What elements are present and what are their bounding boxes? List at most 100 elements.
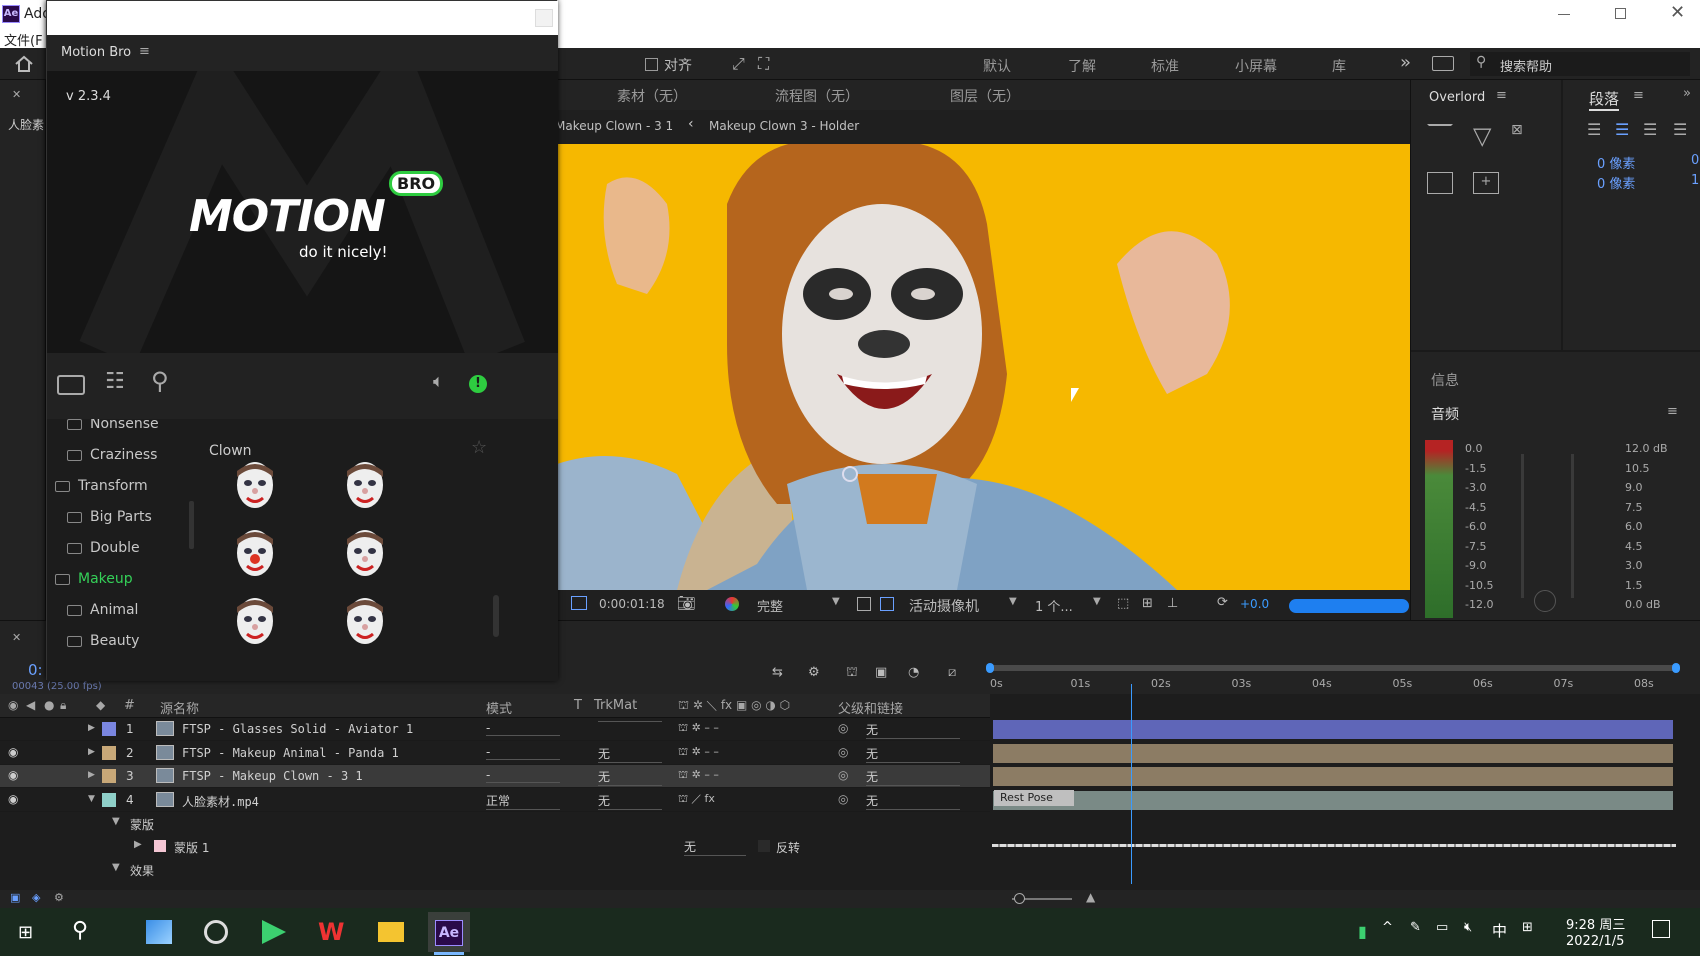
views-dropdown[interactable]: 1 个... xyxy=(1035,596,1073,615)
tree-item-craziness[interactable]: Craziness xyxy=(67,442,157,468)
paragraph-title[interactable]: 段落 xyxy=(1589,88,1620,111)
windows-start-icon[interactable]: ⊞ xyxy=(18,922,33,943)
draft-3d-icon[interactable]: ⚙ xyxy=(808,665,820,680)
playhead[interactable] xyxy=(1131,684,1133,884)
layer-mode-dropdown[interactable]: 正常 xyxy=(486,792,560,810)
space-before-value[interactable]: 0 像素 xyxy=(1597,173,1635,192)
parent-pickwhip-icon[interactable]: ◎ xyxy=(838,792,848,806)
clown-preset-thumb[interactable] xyxy=(233,461,277,511)
overlord-add-icon[interactable]: + xyxy=(1473,172,1499,194)
mask-chevron-icon[interactable]: ▶ xyxy=(134,839,142,850)
clock-date[interactable]: 2022/1/5 xyxy=(1566,934,1624,949)
pen-icon[interactable]: ✎ xyxy=(1410,920,1421,935)
overlord-title[interactable]: Overlord xyxy=(1429,90,1485,105)
col-trkmat[interactable]: TrkMat xyxy=(594,698,637,713)
timeline-timecode[interactable]: 0: xyxy=(28,661,43,679)
project-tab[interactable]: 人脸素 xyxy=(8,116,44,133)
indent-right-value[interactable]: 0 xyxy=(1691,153,1699,168)
mask-label[interactable]: 蒙版 1 xyxy=(174,839,209,856)
label-icon[interactable]: ◆ xyxy=(96,698,105,712)
footer-switch-icon[interactable]: ◈ xyxy=(32,891,40,904)
visibility-eye-icon[interactable]: ◉ xyxy=(8,792,18,806)
clown-preset-thumb[interactable] xyxy=(233,529,277,579)
info-title[interactable]: 信息 xyxy=(1431,370,1459,390)
reset-exposure-icon[interactable]: ⟳ xyxy=(1217,595,1228,610)
workspace-small-screen[interactable]: 小屏幕 xyxy=(1235,56,1277,76)
flowchart-icon[interactable]: ⊥ xyxy=(1167,596,1178,611)
expand-icon[interactable]: » xyxy=(1683,86,1691,101)
notification-icon[interactable] xyxy=(1652,920,1670,938)
tree-item-transform[interactable]: Transform xyxy=(55,473,148,499)
favorite-star-icon[interactable]: ☆ xyxy=(471,437,487,458)
audio-title[interactable]: 音频 xyxy=(1431,404,1459,424)
layer-trkmat-dropdown[interactable]: 无 xyxy=(598,768,662,786)
col-t[interactable]: T xyxy=(574,698,582,713)
eye-icon[interactable]: ◉ xyxy=(8,698,18,712)
sound-icon[interactable]: 🔈︎ xyxy=(433,371,444,392)
taskbar-search-icon[interactable]: ⚲ xyxy=(72,918,88,943)
workspace-default[interactable]: 默认 xyxy=(983,56,1011,76)
ime-indicator[interactable]: 中 xyxy=(1492,920,1507,941)
overlord-grid-icon[interactable]: ⊠ xyxy=(1511,122,1523,138)
restore-icon[interactable] xyxy=(1615,8,1626,19)
workspace-library[interactable]: 库 xyxy=(1332,56,1346,76)
snap-icon[interactable]: ⤢ xyxy=(732,54,745,74)
timeline-tracks[interactable]: Rest Pose xyxy=(990,684,1700,890)
layer-row[interactable]: ▶ 1 FTSP - Glasses Solid - Aviator 1 - ⛫ ✲ –… xyxy=(0,718,990,741)
layer-parent-dropdown[interactable]: 无 xyxy=(866,745,960,763)
breadcrumb-item-2[interactable]: Makeup Clown 3 - Holder xyxy=(709,119,859,133)
col-parent[interactable]: 父级和链接 xyxy=(838,698,903,717)
shy-icon[interactable]: ⛫ xyxy=(846,665,858,682)
work-area-bar[interactable] xyxy=(990,665,1678,671)
work-area-start[interactable] xyxy=(986,663,994,673)
chrome-app-icon[interactable] xyxy=(204,920,228,944)
layer-row[interactable]: ◉ ▶ 2 FTSP - Makeup Animal - Panda 1 - 无 ⛫ ✲ –… xyxy=(0,742,990,765)
layer-duration-bar[interactable] xyxy=(993,720,1673,739)
tree-item-makeup[interactable]: Makeup xyxy=(55,566,133,592)
col-source-name[interactable]: 源名称 xyxy=(160,698,199,717)
battery-icon[interactable]: ▮ xyxy=(1358,922,1367,941)
footer-comp-icon[interactable]: ▣ xyxy=(10,891,20,904)
tree-item-double[interactable]: Double xyxy=(67,535,140,561)
tab-footage[interactable]: 素材（无） xyxy=(617,86,687,106)
workspace-standard[interactable]: 标准 xyxy=(1151,56,1179,76)
layer-parent-dropdown[interactable]: 无 xyxy=(866,768,960,786)
align-checkbox[interactable] xyxy=(645,58,658,71)
grid-scrollbar[interactable] xyxy=(493,595,499,637)
effects-chevron-icon[interactable]: ▼ xyxy=(112,862,120,873)
project-close-icon[interactable]: ✕ xyxy=(12,88,21,101)
fast-preview-icon[interactable]: ⬚ xyxy=(1117,596,1129,611)
layer-label-color[interactable] xyxy=(102,769,116,783)
clown-preset-thumb[interactable] xyxy=(343,597,387,647)
solo-icon[interactable]: ● xyxy=(44,698,54,712)
clock-time[interactable]: 9:28 周三 xyxy=(1566,914,1625,933)
mask-toggle-icon[interactable] xyxy=(880,597,894,611)
zoom-knob[interactable] xyxy=(1014,893,1025,904)
lock-icon[interactable]: 🔒︎ xyxy=(60,698,66,713)
chevron-left-icon[interactable]: ‹ xyxy=(688,116,694,132)
tree-scrollbar[interactable] xyxy=(189,501,194,549)
expand-chevron-icon[interactable]: ▶ xyxy=(88,770,95,780)
volume-icon[interactable]: 🔇︎ xyxy=(1464,920,1472,935)
tree-item-animal[interactable]: Animal xyxy=(67,597,138,623)
breadcrumb-item-1[interactable]: Makeup Clown - 3 1 xyxy=(555,119,673,133)
mask-group-chevron-icon[interactable]: ▼ xyxy=(112,816,120,827)
zoom-in-icon[interactable]: ▲ xyxy=(1086,890,1095,904)
space-after-value[interactable]: 1 xyxy=(1691,173,1699,188)
layer-duration-bar[interactable] xyxy=(993,790,1673,810)
motion-bro-menu-icon[interactable]: ≡ xyxy=(139,44,150,59)
camera-dropdown[interactable]: 活动摄像机 xyxy=(909,596,979,616)
col-mode[interactable]: 模式 xyxy=(486,698,512,717)
photos-app-icon[interactable] xyxy=(146,920,172,944)
more-workspaces-icon[interactable]: » xyxy=(1400,52,1411,73)
workspace-learn[interactable]: 了解 xyxy=(1068,56,1096,76)
layer-label-color[interactable] xyxy=(102,722,116,736)
layer-switches[interactable]: ⛫ ✲ – – xyxy=(678,768,719,783)
grid-icon[interactable]: ⛶ xyxy=(758,54,769,74)
overlord-aux-icon[interactable] xyxy=(1427,172,1453,194)
layer-trkmat-dropdown[interactable]: 无 xyxy=(598,745,662,763)
mask-mode-dropdown[interactable]: 无 xyxy=(684,838,746,856)
ime-mode-icon[interactable]: ⊞ xyxy=(1522,920,1533,935)
layer-name[interactable]: FTSP - Makeup Animal - Panda 1 xyxy=(182,746,399,760)
help-search[interactable]: ⚲ 搜索帮助 xyxy=(1470,52,1690,76)
